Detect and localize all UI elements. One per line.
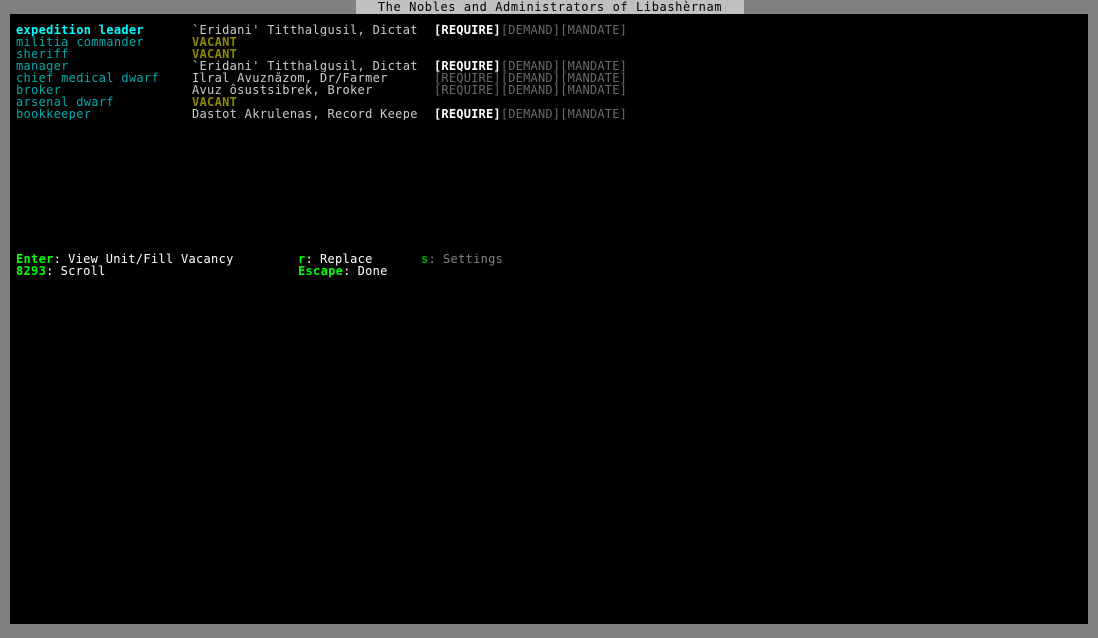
noble-tags: [REQUIRE][DEMAND][MANDATE] [434,24,627,36]
demand-tag[interactable]: [DEMAND] [501,23,560,37]
mandate-tag[interactable]: [MANDATE] [560,23,627,37]
hint-escape-done[interactable]: Escape: Done [298,265,388,277]
hint-key: 8293 [16,264,47,278]
noble-tags: [REQUIRE][DEMAND][MANDATE] [434,108,627,120]
hint-separator: : [343,264,358,278]
window-title: The Nobles and Administrators of Libashè… [356,0,744,14]
terminal-screen: expedition leader `Eridani' Titthalgusil,… [10,14,1088,624]
hint-8293-scroll[interactable]: 8293: Scroll [16,265,106,277]
require-tag[interactable]: [REQUIRE] [434,107,501,121]
noble-vacant-label: VACANT [192,48,238,60]
hint-key: Escape [298,264,344,278]
hint-key: s [421,252,429,266]
noble-position-label: arsenal dwarf [16,96,114,108]
mandate-tag[interactable]: [MANDATE] [560,107,627,121]
hint-separator: : [46,264,61,278]
noble-position-label: sheriff [16,48,69,60]
require-tag[interactable]: [REQUIRE] [434,23,501,37]
noble-holder-name: `Eridani' Titthalgusil, Dictat [192,24,418,36]
noble-holder-name: Dastot Akrulenas, Record Keepe [192,108,418,120]
noble-vacant-label: VACANT [192,36,238,48]
window-titlebar: The Nobles and Administrators of Libashè… [0,0,1098,14]
noble-position-label: chief medical dwarf [16,72,159,84]
noble-holder-name: `Eridani' Titthalgusil, Dictat [192,60,418,72]
noble-position-label: expedition leader [16,24,144,36]
noble-holder-name: Ilral Avuznåzom, Dr/Farmer [192,72,388,84]
demand-tag[interactable]: [DEMAND] [501,107,560,121]
noble-position-label: militia commander [16,36,144,48]
noble-tags: [REQUIRE][DEMAND][MANDATE] [434,84,627,96]
hint-label: Done [357,264,388,278]
hint-label: Scroll [60,264,106,278]
noble-position-label: bookkeeper [16,108,92,120]
require-tag[interactable]: [REQUIRE] [434,83,501,97]
mandate-tag[interactable]: [MANDATE] [560,83,627,97]
noble-position-label: broker [16,84,62,96]
hint-label: Settings [442,252,504,266]
hint-s-settings: s: Settings [421,253,503,265]
noble-position-label: manager [16,60,69,72]
demand-tag[interactable]: [DEMAND] [501,83,560,97]
noble-vacant-label: VACANT [192,96,238,108]
hint-separator: : [428,252,443,266]
dwarf-fortress-window: The Nobles and Administrators of Libashè… [0,0,1098,638]
noble-holder-name: Avuz ôsustsibrek, Broker [192,84,373,96]
